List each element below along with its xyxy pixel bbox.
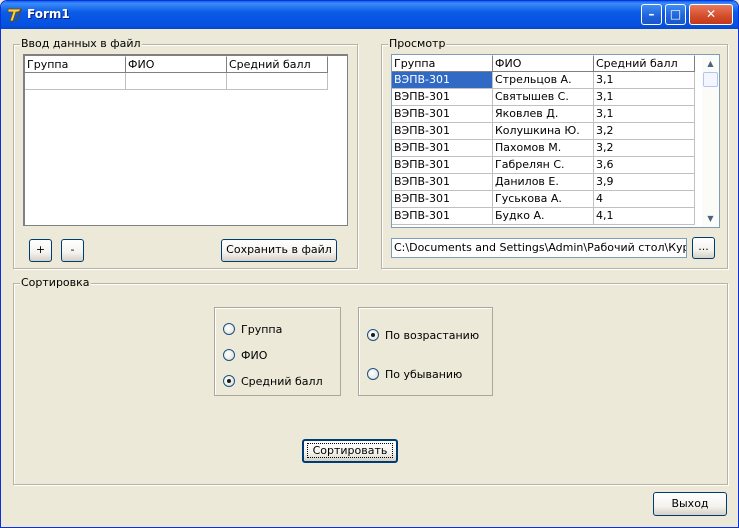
maximize-button[interactable]: □	[665, 4, 686, 25]
cell-group[interactable]: ВЭПВ-301	[392, 72, 493, 89]
file-path-field[interactable]: C:\Documents and Settings\Admin\Рабочий …	[391, 238, 687, 258]
scroll-up-icon[interactable]: ▲	[702, 55, 719, 72]
window-title: Form1	[27, 7, 70, 21]
radio-label-name: ФИО	[241, 348, 268, 362]
cell-score[interactable]: 3,2	[594, 123, 695, 140]
cell-score[interactable]: 3,1	[594, 72, 695, 89]
remove-row-button[interactable]: -	[61, 239, 84, 262]
preview-grid[interactable]: Группа ФИО Средний балл ВЭПВ-301 Стрельцо…	[391, 54, 720, 228]
title-bar[interactable]: Form1 – □ ✕	[1, 1, 738, 29]
input-cell-group[interactable]	[25, 73, 126, 90]
radio-sort-by-score[interactable]: Средний балл	[223, 373, 323, 389]
cell-score[interactable]: 3,6	[594, 157, 695, 174]
scroll-thumb[interactable]	[703, 72, 718, 87]
preview-grid-body: ВЭПВ-301 Стрельцов А. 3,1 ВЭПВ-301 Святышев …	[392, 72, 719, 225]
radio-descending[interactable]: По убыванию	[367, 366, 462, 382]
input-grid[interactable]: Группа ФИО Средний балл	[23, 54, 348, 226]
cell-name[interactable]: Стрельцов А.	[493, 72, 594, 89]
sort-group: Сортировка Группа ФИО Средний балл По во…	[13, 276, 728, 485]
table-row[interactable]: ВЭПВ-301 Яковлев Д. 3,1	[392, 106, 719, 123]
main-window: Form1 – □ ✕ Ввод данных в файл Группа ФИ…	[0, 0, 739, 528]
cell-group[interactable]: ВЭПВ-301	[392, 140, 493, 157]
table-row[interactable]: ВЭПВ-301 Будко А. 4,1	[392, 208, 719, 225]
input-grid-header-group[interactable]: Группа	[25, 56, 126, 73]
maximize-icon: □	[669, 7, 682, 21]
cell-group[interactable]: ВЭПВ-301	[392, 123, 493, 140]
cell-group[interactable]: ВЭПВ-301	[392, 89, 493, 106]
cell-score[interactable]: 4,1	[594, 208, 695, 225]
preview-group: Просмотр Группа ФИО Средний балл ВЭПВ-30…	[381, 37, 728, 269]
preview-group-legend: Просмотр	[388, 37, 447, 50]
radio-label-descending: По убыванию	[385, 367, 463, 381]
table-row[interactable]: ВЭПВ-301 Колушкина Ю. 3,2	[392, 123, 719, 140]
input-cell-score[interactable]	[227, 73, 328, 90]
sort-order-panel: По возрастанию По убыванию	[358, 307, 493, 396]
minimize-icon: –	[648, 7, 655, 21]
cell-group[interactable]: ВЭПВ-301	[392, 157, 493, 174]
app-icon	[7, 8, 23, 22]
save-to-file-button[interactable]: Сохранить в файл	[221, 239, 337, 262]
cell-group[interactable]: ВЭПВ-301	[392, 208, 493, 225]
browse-button[interactable]: ...	[692, 237, 715, 259]
cell-score[interactable]: 3,1	[594, 89, 695, 106]
preview-grid-header-name[interactable]: ФИО	[493, 55, 594, 72]
cell-name[interactable]: Колушкина Ю.	[493, 123, 594, 140]
close-icon: ✕	[705, 7, 717, 21]
table-row[interactable]: ВЭПВ-301 Данилов Е. 3,9	[392, 174, 719, 191]
add-row-button[interactable]: +	[29, 239, 52, 262]
radio-label-group: Группа	[241, 322, 283, 336]
cell-name[interactable]: Яковлев Д.	[493, 106, 594, 123]
preview-grid-header-score[interactable]: Средний балл	[594, 55, 695, 72]
input-grid-header-score[interactable]: Средний балл	[227, 56, 328, 73]
cell-name[interactable]: Данилов Е.	[493, 174, 594, 191]
input-group: Ввод данных в файл Группа ФИО Средний ба…	[13, 37, 358, 269]
cell-group[interactable]: ВЭПВ-301	[392, 174, 493, 191]
table-row[interactable]: ВЭПВ-301 Гуськова А. 4	[392, 191, 719, 208]
cell-name[interactable]: Святышев С.	[493, 89, 594, 106]
preview-grid-header-group[interactable]: Группа	[392, 55, 493, 72]
radio-button-checked-icon	[367, 329, 379, 341]
radio-label-score: Средний балл	[241, 374, 323, 388]
cell-name[interactable]: Пахомов М.	[493, 140, 594, 157]
radio-button-icon	[367, 368, 379, 380]
cell-score[interactable]: 3,2	[594, 140, 695, 157]
sort-button[interactable]: Сортировать	[302, 439, 398, 463]
radio-button-icon	[223, 323, 235, 335]
radio-sort-by-group[interactable]: Группа	[223, 321, 282, 337]
input-grid-header-name[interactable]: ФИО	[126, 56, 227, 73]
sort-button-label: Сортировать	[306, 443, 394, 458]
preview-scrollbar[interactable]: ▲ ▼	[702, 55, 719, 227]
cell-group[interactable]: ВЭПВ-301	[392, 191, 493, 208]
table-row[interactable]: ВЭПВ-301 Стрельцов А. 3,1	[392, 72, 719, 89]
table-row[interactable]: ВЭПВ-301 Габрелян С. 3,6	[392, 157, 719, 174]
cell-score[interactable]: 3,1	[594, 106, 695, 123]
cell-score[interactable]: 3,9	[594, 174, 695, 191]
input-cell-name[interactable]	[126, 73, 227, 90]
exit-button[interactable]: Выход	[653, 492, 727, 516]
cell-name[interactable]: Будко А.	[493, 208, 594, 225]
sort-field-panel: Группа ФИО Средний балл	[214, 307, 341, 396]
cell-score[interactable]: 4	[594, 191, 695, 208]
radio-label-ascending: По возрастанию	[385, 328, 480, 342]
cell-group[interactable]: ВЭПВ-301	[392, 106, 493, 123]
client-area: Ввод данных в файл Группа ФИО Средний ба…	[4, 29, 736, 525]
cell-name[interactable]: Гуськова А.	[493, 191, 594, 208]
sort-group-legend: Сортировка	[20, 276, 91, 289]
table-row[interactable]: ВЭПВ-301 Пахомов М. 3,2	[392, 140, 719, 157]
radio-ascending[interactable]: По возрастанию	[367, 327, 479, 343]
input-group-legend: Ввод данных в файл	[20, 37, 142, 50]
cell-name[interactable]: Габрелян С.	[493, 157, 594, 174]
radio-sort-by-name[interactable]: ФИО	[223, 347, 267, 363]
input-grid-row[interactable]	[25, 73, 347, 90]
table-row[interactable]: ВЭПВ-301 Святышев С. 3,1	[392, 89, 719, 106]
close-button[interactable]: ✕	[689, 4, 733, 25]
radio-button-checked-icon	[223, 375, 235, 387]
minimize-button[interactable]: –	[641, 4, 662, 25]
radio-button-icon	[223, 349, 235, 361]
scroll-down-icon[interactable]: ▼	[702, 210, 719, 227]
